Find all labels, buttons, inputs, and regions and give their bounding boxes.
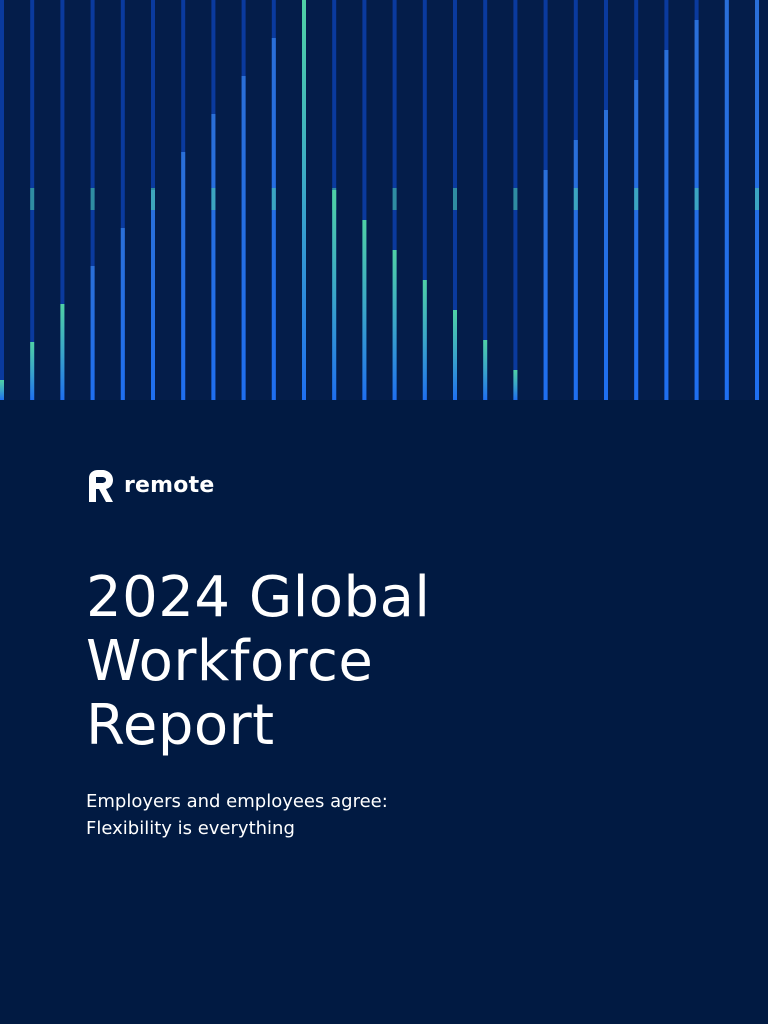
title-line: Report [86,693,275,758]
stripe-highlight [90,266,95,400]
stripe-accent [573,188,578,210]
stripe-accent [30,188,35,210]
stripe-highlight [302,0,306,400]
decorative-stripe-pattern [0,0,768,400]
stripe-accent [634,188,639,210]
stripe-highlight [241,76,246,400]
logo-wordmark: remote [124,473,215,498]
title-line: 2024 Global [86,565,431,630]
stripe-accent [211,188,216,210]
stripe-highlight [0,380,4,400]
stripe-highlight [211,114,216,400]
stripe-highlight [120,228,125,400]
report-subtitle: Employers and employees agree: Flexibili… [86,788,606,842]
stripe-highlight [332,190,337,400]
stripe-highlight [453,310,457,400]
stripe-highlight [724,0,729,400]
report-title: 2024 Global Workforce Report [86,566,726,758]
stripe-accent [694,188,699,210]
stripe-highlight [422,280,427,400]
stripe-accent [90,188,95,210]
stripe-highlight [513,370,518,400]
stripe-highlight [664,50,669,400]
stripe-accent [392,188,397,210]
subtitle-line: Employers and employees agree: [86,791,388,812]
stripe-accent [513,188,518,210]
stripe-accent [271,188,276,210]
stripe-highlight [30,342,35,400]
stripe-background [0,0,4,400]
stripe-accent [755,188,759,210]
stripe-highlight [604,110,608,400]
stripe-highlight [483,340,488,400]
title-line: Workforce [86,629,374,694]
subtitle-line: Flexibility is everything [86,818,295,839]
stripe-highlight [573,140,578,400]
stripe-highlight [362,220,367,400]
stripe-accent [332,188,337,210]
remote-r-logo-icon [89,470,113,502]
stripe-highlight [181,152,186,400]
stripe-highlight [392,250,397,400]
stripe-highlight [271,38,276,400]
stripe-highlight [634,80,639,400]
remote-logo: remote [86,468,214,504]
stripe-accent [453,188,457,210]
stripe-highlight [151,190,155,400]
stripe-highlight [60,304,65,400]
stripe-accent [151,188,155,210]
stripe-highlight [543,170,548,400]
